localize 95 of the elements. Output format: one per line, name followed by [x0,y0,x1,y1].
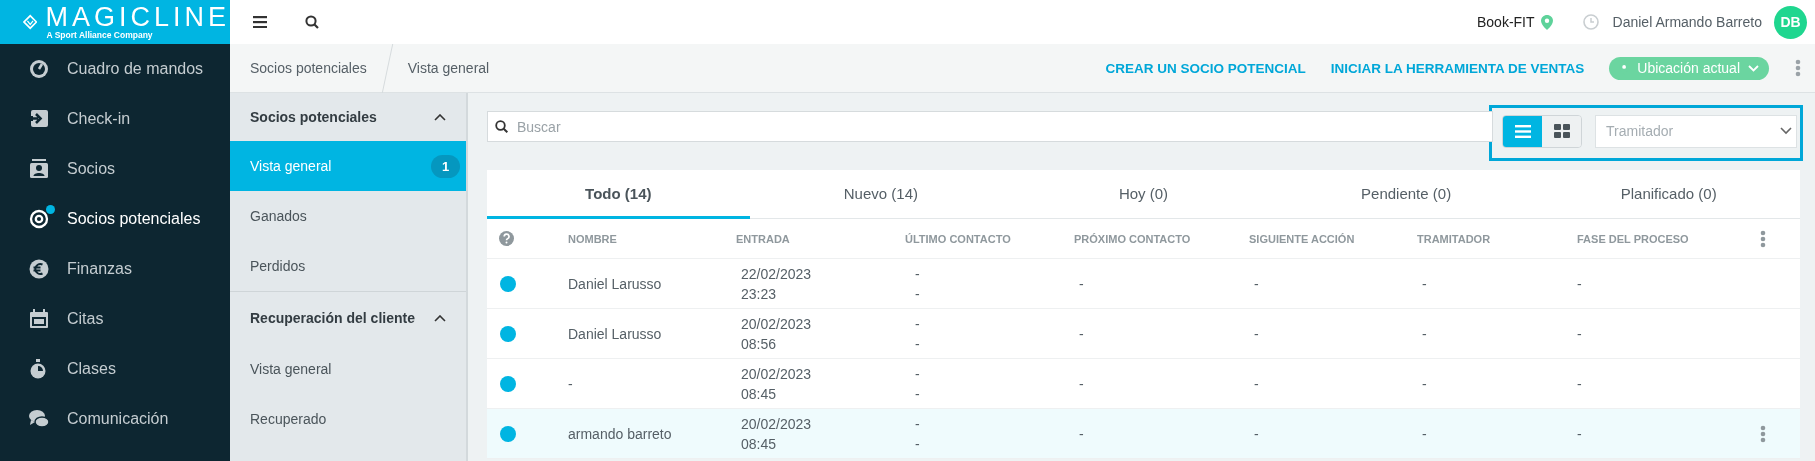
member-card-icon [29,159,49,179]
menu-icon [253,16,267,28]
table-cell-text: - [1422,274,1428,294]
table-cell-text: Daniel Larusso [568,324,663,344]
subnav-item[interactable]: Perdidos [230,241,466,291]
table-cell-text: - [1079,324,1085,344]
subnav-item[interactable]: Recuperado [230,394,466,444]
brand-tagline: A Sport Alliance Company [45,30,154,40]
user-name[interactable]: Daniel Armando Barreto [1612,14,1762,30]
more-vertical-icon [1760,424,1766,443]
view-toggle-button[interactable] [1503,115,1542,147]
nav-item[interactable]: Comunicación [0,394,230,444]
calendar-icon [29,309,49,329]
chevron-down-icon [1748,64,1759,72]
table-cell-text: - [915,384,921,404]
table-cell-text: - [1079,374,1085,394]
column-header: TRAMITADOR [1417,232,1491,245]
euro-icon [29,259,49,279]
chevron-up-icon [434,113,446,121]
clock-icon [1582,14,1599,30]
table-cell-text: - [1254,324,1260,344]
table-cell-text: - [1422,374,1428,394]
sign-in-icon [29,109,49,129]
table-cell-text: - [1577,374,1583,394]
section-header[interactable]: Socios potenciales [230,93,466,141]
subnav-item[interactable]: Ganados [230,191,466,241]
breadcrumb-item: Vista general [406,60,491,76]
search-icon [305,15,319,29]
tab[interactable]: Hoy (0) [1012,170,1275,219]
table-cell-text: - [1079,424,1085,444]
nav-item[interactable]: Socios potenciales [0,194,230,244]
chat-bubbles-icon [29,409,49,429]
status-dot [500,325,516,342]
table-cell-text: 20/02/2023 08:56 [741,314,813,354]
gauge-icon [29,59,49,79]
row-menu-button[interactable] [1760,424,1766,443]
count-badge: 1 [431,154,460,178]
list-icon [1514,124,1531,138]
table-cell-text: - [915,284,921,304]
table-cell-text: - [915,364,921,384]
tab[interactable]: Nuevo (14) [749,170,1013,219]
nav-item[interactable]: Socios [0,144,230,194]
chevron-up-icon [434,314,446,322]
nav-item[interactable]: Check-in [0,94,230,144]
section-header[interactable]: Recuperación del cliente [230,292,466,344]
column-header: PRÓXIMO CONTACTO [1074,232,1191,245]
help-icon [499,231,514,246]
table-cell-text: - [915,314,921,334]
nav-item[interactable]: Cuadro de mandos [0,44,230,94]
search-field[interactable]: Buscar [487,111,1493,142]
column-header: FASE DEL PROCESO [1577,232,1689,245]
table-cell-text: Daniel Larusso [568,274,663,294]
column-header: ENTRADA [736,232,790,245]
table-cell-text: - [1577,274,1583,294]
nav-item[interactable]: Citas [0,294,230,344]
table-cell-text: - [1577,424,1583,444]
nav-item[interactable]: Clases [0,344,230,394]
table-cell-text: armando barreto [568,424,673,444]
nav-item[interactable]: Finanzas [0,244,230,294]
more-button[interactable] [1795,59,1801,77]
tab[interactable]: Planificado (0) [1537,170,1800,219]
table-cell-text: - [1422,324,1428,344]
table-cell-text: 22/02/2023 23:23 [741,264,813,304]
table-cell-text: - [1254,424,1260,444]
table-cell-text: - [1254,274,1260,294]
table-cell-text: - [1577,324,1583,344]
table-cell-text: - [568,374,574,394]
column-header: SIGUIENTE ACCIÓN [1249,232,1355,245]
status-dot [500,425,516,442]
table-cell-text: - [915,334,921,354]
column-header: NOMBRE [568,232,617,245]
table-cell-text: - [1254,374,1260,394]
table-row[interactable]: armando barreto 20/02/2023 08:45 - - - - - - [487,409,1800,459]
table-cell-text: 20/02/2023 08:45 [741,364,813,404]
table-cell-text: 20/02/2023 08:45 [741,414,813,454]
table-cell-text: - [915,264,921,284]
brand-name: MAGICLINE [45,4,230,30]
table-cell-text: - [915,414,921,434]
column-header: ÚLTIMO CONTACTO [905,232,1011,245]
chevron-down-icon [1780,127,1792,135]
location-name[interactable]: Book-FIT [1477,14,1535,30]
more-vertical-icon [1795,59,1801,77]
grid-icon [1553,124,1570,138]
tab[interactable]: Todo (14) [487,170,750,219]
status-dot [500,275,516,292]
breadcrumb-item[interactable]: Socios potenciales [230,60,387,76]
status-dot [500,375,516,392]
more-vertical-icon [1760,229,1766,248]
column-menu-button[interactable] [1760,229,1766,248]
table-cell-text: - [915,434,921,454]
table-cell-text: - [1422,424,1428,444]
subnav-item[interactable]: Vista general [230,344,466,394]
tab[interactable]: Pendiente (0) [1274,170,1538,219]
target-icon [29,209,49,229]
table-cell-text: - [1079,274,1085,294]
